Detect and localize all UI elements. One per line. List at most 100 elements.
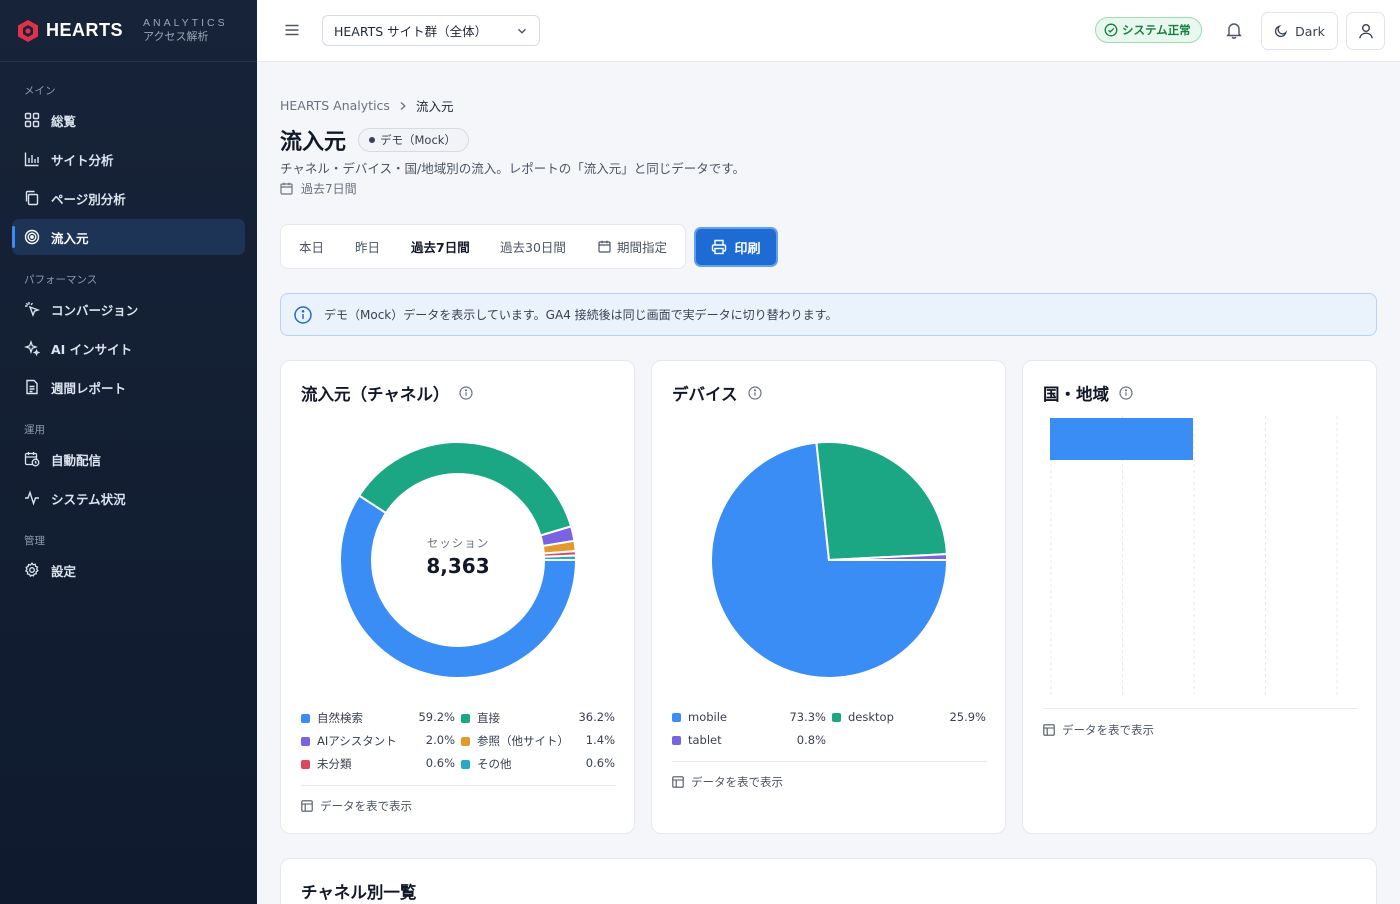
- legend-swatch: [672, 735, 681, 745]
- theme-toggle-button[interactable]: Dark: [1261, 12, 1338, 50]
- bell-icon[interactable]: [1225, 21, 1243, 39]
- pie-slice-1[interactable]: [815, 441, 948, 562]
- table-icon: [301, 800, 313, 812]
- legend-row: 未分類 0.6% その他 0.6%: [301, 756, 616, 774]
- donut-slice-5[interactable]: [542, 554, 578, 561]
- brand[interactable]: HEARTS ANALYTICS アクセス解析: [0, 0, 257, 62]
- nav-section-performance: パフォーマンス: [24, 274, 98, 286]
- show-table-link[interactable]: データを表で表示: [301, 798, 412, 814]
- demo-badge: デモ（Mock）: [358, 128, 469, 152]
- sidebar-item-auto-delivery[interactable]: 自動配信: [12, 441, 245, 477]
- sparkles-icon: [24, 340, 40, 356]
- printer-icon: [712, 239, 727, 255]
- channel-list-title: チャネル別一覧: [301, 883, 417, 902]
- tab-yesterday[interactable]: 昨日: [355, 225, 380, 268]
- legend-value: 59.2%: [418, 710, 455, 724]
- sidebar-item-site-analysis[interactable]: サイト分析: [12, 141, 245, 177]
- period-label: 過去7日間: [301, 182, 357, 196]
- bar-chart-icon: [24, 152, 39, 167]
- tab-last-7-days[interactable]: 過去7日間: [411, 225, 470, 268]
- sidebar-item-label: AI インサイト: [51, 341, 133, 357]
- tab-label: 昨日: [355, 240, 381, 255]
- nav-section-operation: 運用: [24, 424, 45, 436]
- system-status-badge[interactable]: システム正常: [1095, 17, 1202, 43]
- demo-badge-label: デモ（Mock）: [380, 133, 456, 147]
- legend-row: AIアシスタント 2.0% 参照（他サイト） 1.4%: [301, 733, 616, 751]
- legend-label: 自然検索: [317, 711, 363, 725]
- legend-item[interactable]: tablet: [672, 733, 722, 747]
- tab-today[interactable]: 本日: [299, 225, 324, 268]
- tab-custom-range[interactable]: 期間指定: [598, 225, 667, 268]
- sidebar-item-ai-insight[interactable]: AI インサイト: [12, 330, 245, 366]
- site-select[interactable]: HEARTS サイト群（全体）: [322, 15, 540, 46]
- sidebar-item-settings[interactable]: 設定: [12, 552, 245, 588]
- legend-item[interactable]: desktop: [832, 710, 894, 724]
- menu-icon[interactable]: [284, 22, 300, 38]
- country-bar-0[interactable]: [1050, 418, 1193, 460]
- breadcrumb-root[interactable]: HEARTS Analytics: [280, 98, 390, 113]
- info-icon[interactable]: [747, 386, 762, 400]
- user-menu-button[interactable]: [1346, 12, 1385, 50]
- sidebar-item-overview[interactable]: 総覧: [12, 102, 245, 138]
- device-card-title: デバイス: [672, 381, 762, 405]
- calendar-icon: [598, 240, 611, 253]
- sidebar-item-system-status[interactable]: システム状況: [12, 480, 245, 516]
- sidebar-item-label: コンバージョン: [51, 302, 139, 318]
- legend-value: 25.9%: [949, 710, 986, 724]
- sidebar-item-label: 総覧: [51, 113, 77, 129]
- legend-swatch: [301, 759, 310, 769]
- donut-center-value: 8,363: [426, 554, 490, 578]
- donut-slice-1[interactable]: [357, 441, 573, 537]
- legend-value: 2.0%: [425, 733, 455, 747]
- country-card-title: 国・地域: [1043, 381, 1133, 405]
- info-icon[interactable]: [459, 386, 473, 400]
- legend-item[interactable]: mobile: [672, 710, 727, 724]
- grid-icon: [24, 112, 40, 128]
- sidebar-item-label: サイト分析: [51, 152, 114, 168]
- legend-value: 36.2%: [578, 710, 615, 724]
- sidebar-item-sources[interactable]: 流入元: [12, 219, 245, 255]
- legend-swatch: [832, 712, 841, 722]
- print-button[interactable]: 印刷: [694, 227, 778, 267]
- chevron-down-icon: [517, 28, 527, 34]
- legend-label: 直接: [477, 711, 500, 725]
- legend-item[interactable]: その他: [461, 756, 512, 772]
- legend-item[interactable]: 直接: [461, 710, 500, 726]
- legend-item[interactable]: 参照（他サイト）: [461, 733, 569, 749]
- legend-swatch: [461, 759, 470, 769]
- legend-item[interactable]: AIアシスタント: [301, 733, 397, 749]
- legend-value: 0.6%: [425, 756, 455, 770]
- legend-value: 1.4%: [585, 733, 615, 747]
- sidebar-item-label: システム状況: [51, 491, 126, 507]
- sidebar-item-weekly-report[interactable]: 週間レポート: [12, 369, 245, 405]
- sidebar-item-label: 流入元: [51, 230, 89, 246]
- info-icon[interactable]: [1119, 386, 1133, 400]
- channel-card: 流入元（チャネル） セッション 8,363 自然検索 59.2% 直接 36.2…: [280, 360, 635, 834]
- sidebar-item-label: 自動配信: [51, 452, 102, 468]
- legend-item[interactable]: 未分類: [301, 756, 352, 772]
- legend-label: desktop: [848, 710, 894, 724]
- breadcrumb: HEARTS Analytics 流入元: [280, 96, 453, 115]
- sidebar-item-page-analysis[interactable]: ページ別分析: [12, 180, 245, 216]
- chevron-right-icon: [400, 101, 406, 110]
- show-table-link[interactable]: データを表で表示: [1043, 722, 1154, 738]
- page-title: 流入元: [280, 130, 347, 155]
- show-table-label: データを表で表示: [320, 799, 412, 813]
- document-icon: [26, 379, 38, 395]
- user-icon: [1358, 24, 1373, 39]
- legend-item[interactable]: 自然検索: [301, 710, 363, 726]
- country-bar-chart: [1050, 416, 1338, 696]
- legend-label: その他: [477, 757, 512, 771]
- tab-last-30-days[interactable]: 過去30日間: [500, 225, 566, 268]
- period-indicator: 過去7日間: [280, 180, 357, 197]
- legend-row: mobile 73.3% desktop 25.9%: [672, 710, 987, 728]
- theme-toggle-label: Dark: [1295, 23, 1325, 39]
- legend-swatch: [461, 736, 470, 746]
- sidebar-item-label: 設定: [51, 563, 77, 579]
- legend-row: tablet 0.8%: [672, 733, 987, 751]
- period-tabs: 本日 昨日 過去7日間 過去30日間 期間指定: [280, 224, 686, 269]
- show-table-link[interactable]: データを表で表示: [672, 774, 783, 790]
- target-icon: [24, 229, 40, 245]
- sidebar-item-conversion[interactable]: コンバージョン: [12, 291, 245, 327]
- sidebar-item-label: 週間レポート: [51, 380, 127, 396]
